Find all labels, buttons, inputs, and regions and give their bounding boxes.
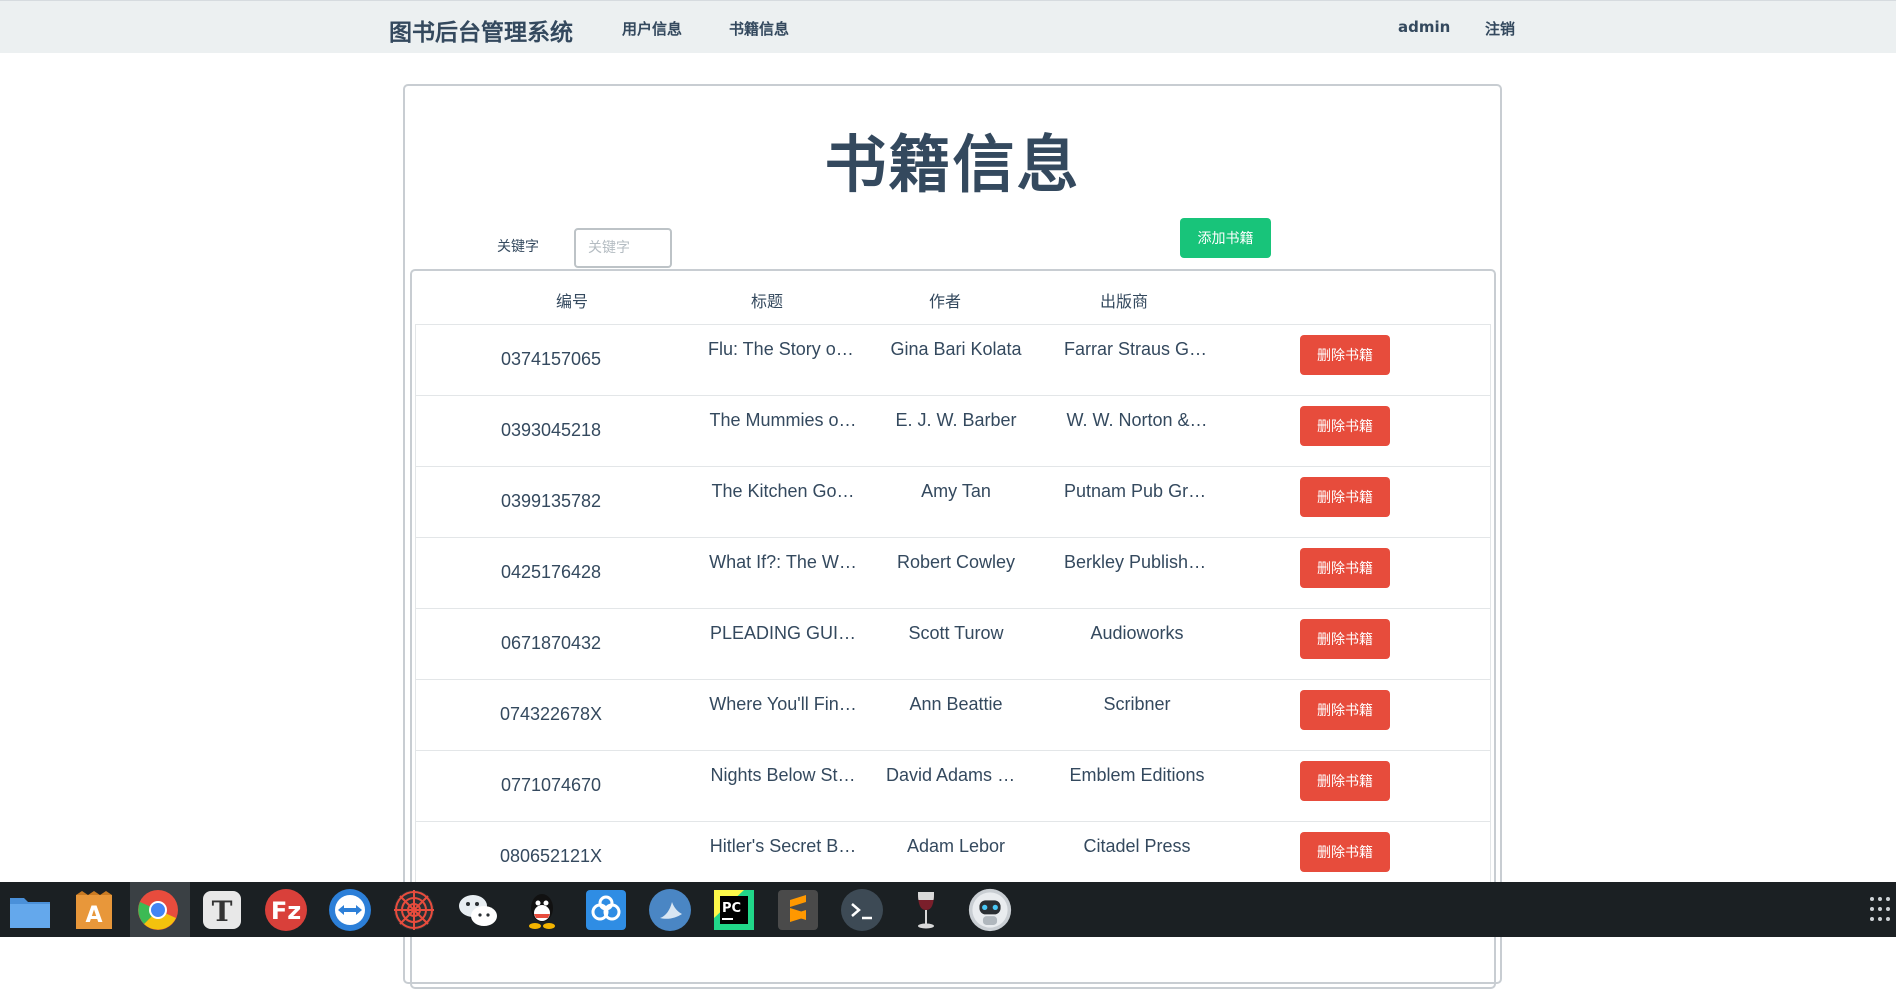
book-id: 0393045218: [500, 420, 602, 440]
delete-book-button[interactable]: 删除书籍: [1300, 477, 1390, 517]
typora-icon[interactable]: T: [200, 888, 244, 932]
nav-user-info[interactable]: 用户信息: [622, 18, 682, 39]
book-publisher: Emblem Editions: [1069, 765, 1205, 785]
wechat-icon[interactable]: [456, 888, 500, 932]
table-row: 0425176428 What If?: The W… Robert Cowle…: [416, 538, 1490, 609]
book-title: Where You'll Fin…: [709, 694, 857, 714]
table-row: 0399135782 The Kitchen Go… Amy Tan Putna…: [416, 467, 1490, 538]
pycharm-icon[interactable]: PC: [712, 888, 756, 932]
baidu-netdisk-icon[interactable]: [584, 888, 628, 932]
book-publisher: Farrar Straus Gi…: [1064, 339, 1210, 359]
table-row: 0671870432 PLEADING GUI… Scott Turow Aud…: [416, 609, 1490, 680]
book-publisher: Scribner: [1103, 694, 1171, 714]
current-user[interactable]: admin: [1398, 18, 1450, 36]
svg-text:Fz: Fz: [271, 897, 301, 925]
table-row: 074322678X Where You'll Fin… Ann Beattie…: [416, 680, 1490, 751]
keyword-search-input[interactable]: [574, 228, 672, 268]
book-title: The Mummies o…: [709, 410, 857, 430]
table-row: 0771074670 Nights Below St… David Adams …: [416, 751, 1490, 822]
sublime-text-icon[interactable]: [776, 888, 820, 932]
page-title: 书籍信息: [824, 128, 1081, 201]
header-id: 编号: [555, 292, 588, 311]
chrome-icon[interactable]: [136, 888, 180, 932]
table-row: 0393045218 The Mummies o… E. J. W. Barbe…: [416, 396, 1490, 467]
add-book-button[interactable]: 添加书籍: [1180, 218, 1271, 258]
wine-icon[interactable]: [904, 888, 948, 932]
svg-text:PC: PC: [722, 901, 741, 916]
book-id: 080652121X: [499, 846, 603, 866]
delete-book-button[interactable]: 删除书籍: [1300, 406, 1390, 446]
top-navbar: 图书后台管理系统 用户信息 书籍信息 admin 注销: [0, 0, 1896, 53]
file-manager-icon[interactable]: [8, 888, 52, 932]
svg-text:A: A: [85, 903, 102, 928]
teamviewer-icon[interactable]: [328, 888, 372, 932]
qq-icon[interactable]: [520, 888, 564, 932]
book-author: Scott Turow: [908, 623, 1004, 643]
book-id: 074322678X: [499, 704, 603, 724]
brand-title[interactable]: 图书后台管理系统: [389, 13, 573, 47]
table-body: 0374157065 Flu: The Story of… Gina Bari …: [415, 324, 1491, 893]
delete-book-button[interactable]: 删除书籍: [1300, 619, 1390, 659]
book-publisher: Putnam Pub Gro…: [1064, 481, 1210, 501]
header-author: 作者: [928, 292, 961, 311]
book-title: Nights Below St…: [710, 765, 856, 785]
nav-book-info[interactable]: 书籍信息: [729, 18, 789, 39]
logout-link[interactable]: 注销: [1485, 18, 1515, 39]
header-publisher: 出版商: [1099, 292, 1148, 311]
book-id: 0671870432: [500, 633, 602, 653]
book-title: Flu: The Story of…: [708, 339, 858, 359]
book-author: Amy Tan: [921, 481, 991, 501]
book-title: PLEADING GUI…: [709, 623, 857, 643]
book-author: E. J. W. Barber: [895, 410, 1017, 430]
book-id: 0399135782: [500, 491, 602, 511]
book-id: 0425176428: [500, 562, 602, 582]
terminal-icon[interactable]: [840, 888, 884, 932]
book-title: The Kitchen Go…: [711, 481, 855, 501]
book-author: Robert Cowley: [896, 552, 1016, 572]
delete-book-button[interactable]: 删除书籍: [1300, 832, 1390, 872]
books-table: 编号 标题 作者 出版商 0374157065 Flu: The Story o…: [410, 269, 1496, 989]
book-author: Gina Bari Kolata: [890, 339, 1022, 359]
deepin-icon[interactable]: [648, 888, 692, 932]
spider-icon[interactable]: [392, 888, 436, 932]
book-title: Hitler's Secret B…: [709, 836, 857, 856]
book-id: 0374157065: [500, 349, 602, 369]
book-publisher: W. W. Norton &…: [1066, 410, 1208, 430]
books-panel: 书籍信息 关键字 添加书籍 编号 标题 作者 出版商 0374157065 Fl…: [403, 84, 1502, 989]
robot-icon[interactable]: [968, 888, 1012, 932]
book-title: What If?: The W…: [709, 552, 857, 572]
book-id: 0771074670: [500, 775, 602, 795]
book-publisher: Audioworks: [1090, 623, 1184, 643]
delete-book-button[interactable]: 删除书籍: [1300, 335, 1390, 375]
delete-book-button[interactable]: 删除书籍: [1300, 690, 1390, 730]
launcher-grid-icon[interactable]: [1870, 897, 1890, 923]
book-publisher: Citadel Press: [1083, 836, 1191, 856]
keyword-label: 关键字: [497, 239, 539, 255]
book-author: David Adams Ri…: [886, 765, 1026, 785]
delete-book-button[interactable]: 删除书籍: [1300, 548, 1390, 588]
filezilla-icon[interactable]: Fz: [264, 888, 308, 932]
table-row: 0374157065 Flu: The Story of… Gina Bari …: [416, 325, 1490, 396]
book-author: Adam Lebor: [906, 836, 1006, 856]
book-publisher: Berkley Publishi…: [1064, 552, 1210, 572]
system-taskbar: A T Fz PC: [0, 882, 1896, 937]
delete-book-button[interactable]: 删除书籍: [1300, 761, 1390, 801]
header-title: 标题: [750, 292, 783, 311]
app-store-icon[interactable]: A: [72, 888, 116, 932]
svg-text:T: T: [212, 895, 233, 928]
book-author: Ann Beattie: [909, 694, 1003, 714]
